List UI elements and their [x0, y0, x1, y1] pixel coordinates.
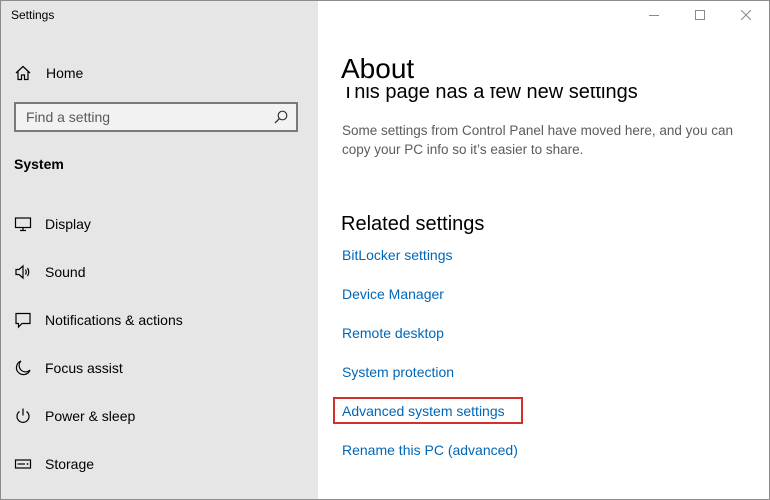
- window-controls: [631, 1, 769, 31]
- bitlocker-settings-link[interactable]: BitLocker settings: [342, 247, 453, 263]
- sidebar-item-power-sleep[interactable]: Power & sleep: [14, 403, 304, 429]
- home-nav-item[interactable]: Home: [14, 61, 304, 85]
- home-label: Home: [46, 65, 84, 81]
- sidebar-item-notifications[interactable]: Notifications & actions: [14, 307, 304, 333]
- advanced-system-settings-link[interactable]: Advanced system settings: [342, 403, 505, 419]
- maximize-button[interactable]: [677, 1, 723, 31]
- close-button[interactable]: [723, 1, 769, 31]
- settings-window: Settings Home System Display Sound: [0, 0, 770, 500]
- minimize-icon: [649, 7, 659, 25]
- notice-heading-text: This page has a few new settings: [342, 87, 638, 103]
- sidebar-item-display[interactable]: Display: [14, 211, 304, 237]
- display-icon: [14, 215, 32, 233]
- sidebar: Settings Home System Display Sound: [1, 1, 318, 499]
- storage-icon: [14, 455, 32, 473]
- maximize-icon: [695, 7, 705, 25]
- search-icon[interactable]: [273, 109, 289, 125]
- home-icon: [14, 64, 32, 82]
- sidebar-item-label: Display: [45, 216, 91, 232]
- device-manager-link[interactable]: Device Manager: [342, 286, 444, 302]
- related-settings-title: Related settings: [341, 213, 485, 235]
- power-icon: [14, 407, 32, 425]
- remote-desktop-link[interactable]: Remote desktop: [342, 325, 444, 341]
- section-title: System: [14, 156, 64, 172]
- search-input[interactable]: [26, 109, 256, 125]
- page-title: About: [341, 53, 415, 84]
- sidebar-item-focus-assist[interactable]: Focus assist: [14, 355, 304, 381]
- notifications-icon: [14, 311, 32, 329]
- sidebar-item-label: Power & sleep: [45, 408, 136, 424]
- sidebar-item-label: Sound: [45, 264, 86, 280]
- app-title: Settings: [11, 8, 55, 22]
- notice-text: Some settings from Control Panel have mo…: [342, 123, 733, 157]
- minimize-button[interactable]: [631, 1, 677, 31]
- system-protection-link[interactable]: System protection: [342, 364, 454, 380]
- sidebar-item-label: Storage: [45, 456, 95, 472]
- sidebar-item-storage[interactable]: Storage: [14, 451, 304, 477]
- search-box[interactable]: [14, 102, 298, 132]
- speaker-icon: [14, 263, 32, 281]
- main-content: About This page has a few new settings S…: [318, 1, 769, 499]
- sidebar-item-label: Notifications & actions: [45, 312, 183, 328]
- rename-pc-link[interactable]: Rename this PC (advanced): [342, 442, 518, 458]
- close-icon: [740, 7, 752, 25]
- notice-heading: This page has a few new settings: [342, 87, 638, 108]
- sidebar-item-sound[interactable]: Sound: [14, 259, 304, 285]
- sidebar-item-label: Focus assist: [45, 360, 123, 376]
- moon-icon: [14, 359, 32, 377]
